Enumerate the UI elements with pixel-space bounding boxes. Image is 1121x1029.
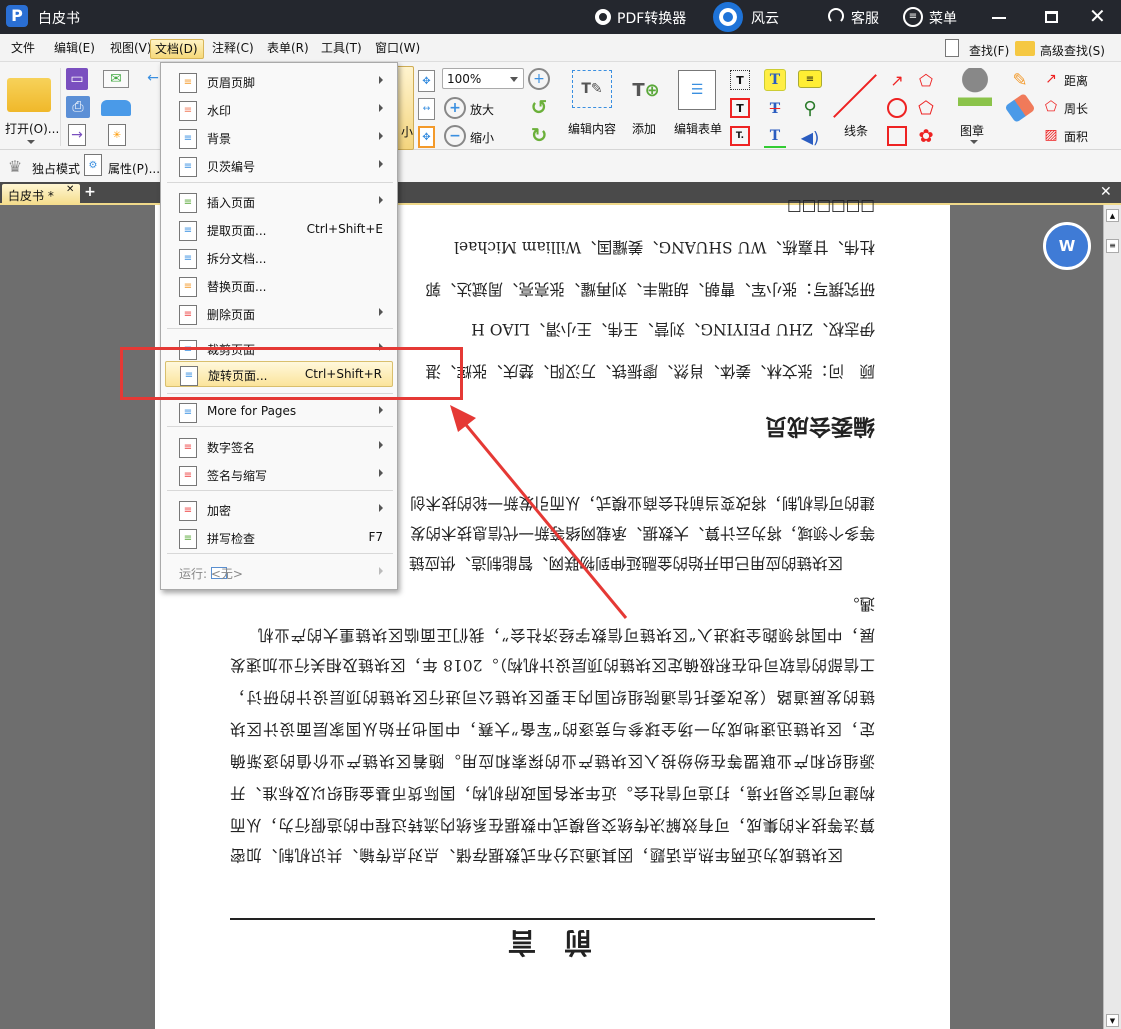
annotation-arrow	[450, 405, 628, 619]
